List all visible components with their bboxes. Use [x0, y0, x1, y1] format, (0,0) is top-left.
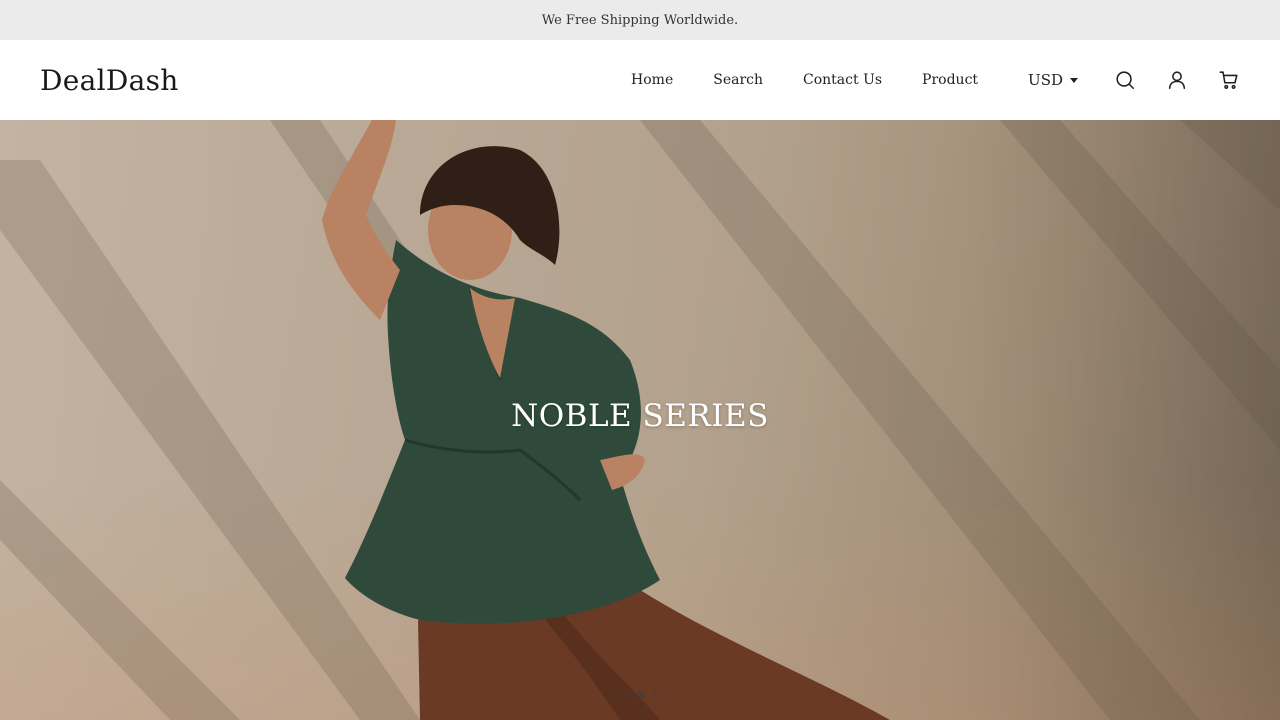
- hero-title: NOBLE SERIES: [511, 398, 769, 434]
- hero-slideshow: NOBLE SERIES: [0, 120, 1280, 720]
- slide-dot-3[interactable]: [652, 691, 662, 700]
- caret-down-icon: [1070, 77, 1078, 83]
- main-nav: Home Search Contact Us Product: [631, 72, 978, 88]
- currency-selector[interactable]: USD: [1028, 71, 1078, 89]
- account-icon[interactable]: [1166, 69, 1188, 91]
- site-logo[interactable]: DealDash: [40, 64, 179, 97]
- nav-search[interactable]: Search: [713, 72, 763, 88]
- cart-icon[interactable]: [1218, 69, 1240, 91]
- announcement-bar: We Free Shipping Worldwide.: [0, 0, 1280, 40]
- slide-dot-1[interactable]: [618, 691, 628, 700]
- search-icon[interactable]: [1114, 69, 1136, 91]
- slideshow-pagination: [0, 691, 1280, 700]
- currency-value: USD: [1028, 71, 1063, 89]
- site-header: DealDash Home Search Contact Us Product …: [0, 40, 1280, 120]
- announcement-text: We Free Shipping Worldwide.: [541, 12, 739, 28]
- nav-product[interactable]: Product: [922, 72, 978, 88]
- slide-dot-2[interactable]: [635, 691, 645, 700]
- nav-home[interactable]: Home: [631, 72, 673, 88]
- nav-contact-us[interactable]: Contact Us: [803, 72, 882, 88]
